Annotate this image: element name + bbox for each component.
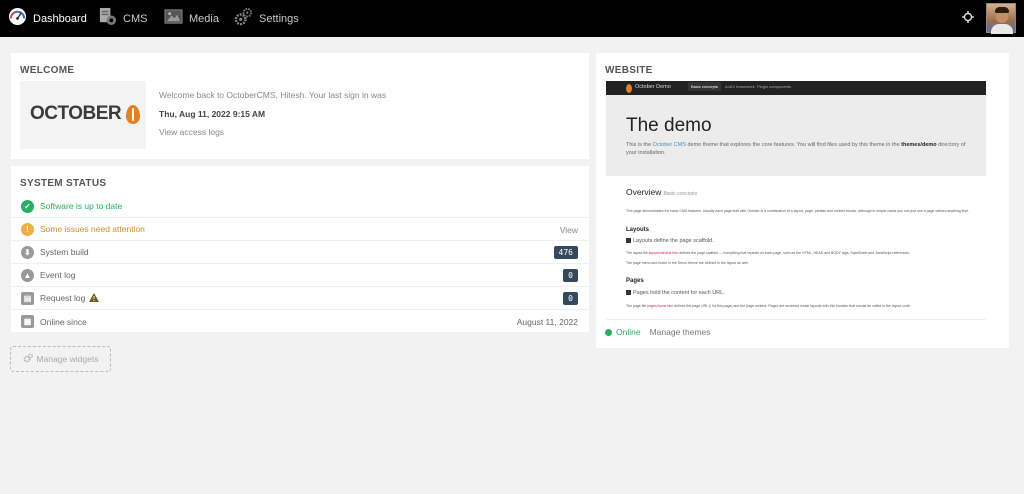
request-log-count-badge: 0 [563, 292, 578, 305]
online-since-date: August 11, 2022 [516, 316, 578, 327]
preview-tab-basic: Basic concepts [688, 82, 721, 91]
preview-pages-heading: Pages [626, 278, 644, 284]
preview-layouts-sub: Layouts define the page scaffold. [626, 238, 714, 244]
status-request-log-label: Request log [40, 293, 86, 303]
october-leaf-icon [126, 105, 140, 124]
manage-widgets-label: Manage widgets [36, 354, 99, 364]
nav-cms[interactable]: CMS [98, 0, 147, 37]
preview-lead: This is the October CMS demo theme that … [626, 142, 966, 156]
nav-cms-label: CMS [123, 12, 148, 25]
nav-settings-label: Settings [259, 12, 299, 25]
preview-overview-text: This page demonstrates the basic CMS fea… [626, 209, 970, 213]
status-build-label: System build [40, 247, 89, 257]
preview-tab-plugins: Plugin components [757, 84, 792, 89]
nav-settings[interactable]: Settings [234, 0, 299, 37]
website-title: WEBSITE [605, 65, 653, 76]
settings-gears-icon [234, 7, 253, 31]
preview-pages-text: The page file pages/home.htm defines the… [626, 304, 911, 308]
online-status-label: Online [616, 327, 641, 337]
preview-layouts-text-2: The page menu and footer in the Demo the… [626, 261, 749, 265]
view-access-logs-link[interactable]: View access logs [159, 127, 224, 137]
preview-tab-ajax: AJAX framework [725, 84, 755, 89]
website-footer: Online Manage themes [605, 327, 711, 337]
welcome-panel: WELCOME OCTOBER Welcome back to OctoberC… [11, 53, 589, 159]
online-status-icon [605, 328, 612, 336]
status-event-log-label: Event log [40, 270, 76, 280]
build-icon: ⬇ [21, 245, 34, 259]
gears-icon [23, 353, 33, 365]
website-panel: WEBSITE October Demo Basic concepts AJAX… [596, 53, 1009, 348]
warning-triangle-icon [89, 289, 100, 307]
warning-circle-icon: ! [21, 222, 34, 236]
nav-media-label: Media [189, 12, 219, 25]
status-issues-label: Some issues need attention [40, 224, 145, 234]
dashboard-gauge-icon [8, 7, 27, 31]
website-preview-thumbnail[interactable]: October Demo Basic concepts AJAX framewo… [606, 81, 986, 320]
request-log-icon: ▤ [21, 291, 34, 305]
nav-dashboard-label: Dashboard [33, 12, 87, 25]
event-log-icon: ▲ [21, 268, 34, 282]
nav-media[interactable]: Media [164, 0, 219, 37]
status-row-issues: ! Some issues need attention View [11, 218, 589, 241]
system-status-panel: SYSTEM STATUS ✓ Software is up to date !… [11, 166, 589, 332]
preview-overview-heading: Overview Basic concepts [626, 187, 698, 197]
cms-pages-icon [98, 7, 117, 31]
check-circle-icon: ✓ [21, 199, 34, 213]
status-row-build: ⬇ System build 476 [11, 241, 589, 264]
preview-layouts-heading: Layouts [626, 227, 650, 233]
system-status-title: SYSTEM STATUS [20, 178, 107, 189]
status-row-request-log[interactable]: ▤ Request log 0 [11, 287, 589, 310]
user-avatar[interactable] [986, 3, 1016, 34]
manage-themes-link[interactable]: Manage themes [650, 327, 711, 337]
media-image-icon [164, 7, 183, 31]
preview-heading: The demo [626, 115, 712, 136]
october-logo: OCTOBER [20, 81, 146, 149]
status-row-software: ✓ Software is up to date [11, 195, 589, 218]
preview-layouts-text: The layout file layouts/default.htm defi… [626, 251, 910, 255]
status-software-label: Software is up to date [40, 201, 123, 211]
status-row-online-since: ▦ Online since August 11, 2022 [11, 310, 589, 333]
view-issues-link[interactable]: View [560, 225, 578, 235]
preview-site-button[interactable] [962, 0, 974, 37]
preview-navbar: October Demo Basic concepts AJAX framewo… [606, 81, 986, 95]
crosshair-icon [962, 10, 974, 28]
manage-widgets-button[interactable]: Manage widgets [10, 346, 111, 372]
preview-leaf-icon [626, 84, 632, 93]
preview-brand: October Demo [635, 84, 671, 90]
status-row-event-log[interactable]: ▲ Event log 0 [11, 264, 589, 287]
event-log-count-badge: 0 [563, 269, 578, 282]
logo-text: OCTOBER [30, 103, 122, 124]
last-signin-date: Thu, Aug 11, 2022 9:15 AM [159, 109, 266, 119]
nav-dashboard[interactable]: Dashboard [8, 0, 87, 37]
top-navigation-bar: Dashboard CMS Media Settings [0, 0, 1024, 37]
welcome-message: Welcome back to OctoberCMS, Hitesh. Your… [159, 90, 387, 100]
preview-pages-sub: Pages hold the content for each URL. [626, 290, 725, 296]
build-number-badge: 476 [553, 246, 578, 259]
calendar-icon: ▦ [21, 315, 34, 328]
welcome-title: WELCOME [20, 65, 75, 76]
preview-hero: The demo This is the October CMS demo th… [606, 95, 986, 176]
status-online-since-label: Online since [40, 316, 87, 327]
